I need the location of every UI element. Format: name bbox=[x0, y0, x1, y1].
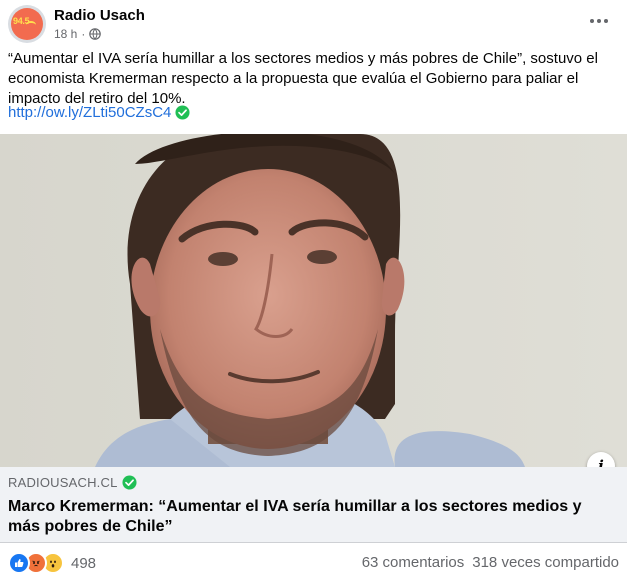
reaction-count[interactable]: 498 bbox=[71, 555, 96, 572]
engagement-stats: 63 comentarios 318 veces compartido bbox=[362, 554, 619, 571]
verified-check-icon bbox=[175, 105, 190, 120]
link-preview-card[interactable]: RADIOUSACH.CL Marco Kremerman: “Aumentar… bbox=[0, 467, 627, 543]
post-header: 94.5 Radio Usach 18 h · bbox=[8, 5, 619, 45]
more-dot bbox=[604, 19, 608, 23]
portrait-photo bbox=[0, 134, 627, 467]
more-options-icon[interactable] bbox=[587, 11, 611, 31]
more-dot bbox=[590, 19, 594, 23]
preview-domain: RADIOUSACH.CL bbox=[8, 475, 118, 490]
caption-link[interactable]: http://ow.ly/ZLti50CZsC4 bbox=[8, 104, 171, 121]
avatar-wave-mark bbox=[26, 21, 36, 29]
globe-icon[interactable] bbox=[89, 28, 102, 40]
post-photo[interactable] bbox=[0, 134, 627, 467]
comments-count-link[interactable]: 63 comentarios bbox=[362, 554, 465, 571]
more-dot bbox=[597, 19, 601, 23]
like-icon bbox=[8, 552, 30, 574]
meta-separator: · bbox=[81, 27, 86, 41]
engagement-bar: 498 63 comentarios 318 veces compartido bbox=[8, 550, 619, 574]
post-timestamp[interactable]: 18 h bbox=[54, 27, 77, 41]
post-caption: “Aumentar el IVA sería humillar a los se… bbox=[8, 50, 598, 107]
caption-link-row: http://ow.ly/ZLti50CZsC4 bbox=[8, 104, 190, 121]
facebook-post: 94.5 Radio Usach 18 h · “Aumentar el IVA… bbox=[0, 0, 627, 581]
reactions-summary[interactable]: 498 bbox=[8, 552, 96, 574]
post-meta: 18 h · bbox=[54, 27, 102, 41]
page-avatar[interactable]: 94.5 bbox=[8, 5, 46, 43]
verified-check-icon bbox=[121, 475, 137, 490]
page-name-link[interactable]: Radio Usach bbox=[54, 7, 145, 24]
preview-domain-row: RADIOUSACH.CL bbox=[8, 475, 137, 490]
shares-count-link[interactable]: 318 veces compartido bbox=[472, 554, 619, 571]
preview-title[interactable]: Marco Kremerman: “Aumentar el IVA sería … bbox=[8, 497, 608, 537]
